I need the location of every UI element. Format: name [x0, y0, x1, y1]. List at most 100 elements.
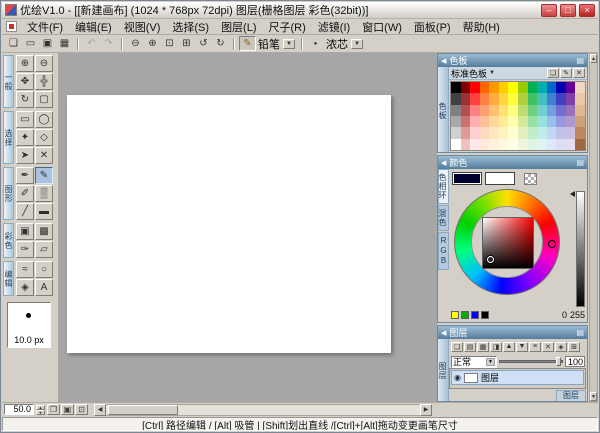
color-swatch[interactable]: [461, 116, 471, 127]
color-swatch[interactable]: [566, 105, 576, 116]
color-swatch[interactable]: [470, 93, 480, 104]
hscroll-track[interactable]: [106, 404, 420, 416]
color-swatch[interactable]: [489, 127, 499, 138]
layers-panel-header[interactable]: ◀ 图层 ▤: [438, 326, 587, 339]
hue-wheel[interactable]: [454, 189, 560, 295]
color-swatch[interactable]: [528, 82, 538, 93]
color-swatch[interactable]: [451, 82, 461, 93]
menu-item[interactable]: 窗口(W): [356, 18, 408, 36]
pen-tool[interactable]: ✒: [16, 167, 34, 184]
color-swatch[interactable]: [547, 116, 557, 127]
color-swatch[interactable]: [547, 105, 557, 116]
zoom-fit-button[interactable]: ⊡: [161, 36, 178, 51]
blur-tool[interactable]: ○: [35, 261, 53, 278]
zoom-level-field[interactable]: 50.0: [4, 404, 34, 415]
color-swatch[interactable]: [508, 127, 518, 138]
menu-item[interactable]: 帮助(H): [457, 18, 506, 36]
menu-item[interactable]: 面板(P): [408, 18, 457, 36]
color-swatch[interactable]: [518, 82, 528, 93]
color-swatch[interactable]: [537, 105, 547, 116]
collapse-icon[interactable]: ◀: [441, 57, 446, 65]
color-swatch[interactable]: [451, 116, 461, 127]
color-swatch[interactable]: [566, 93, 576, 104]
zoom-in-button[interactable]: ⊕: [144, 36, 161, 51]
rect-select-tool[interactable]: ▭: [16, 111, 34, 128]
menu-item[interactable]: 图层(L): [215, 18, 262, 36]
color-swatch[interactable]: [489, 116, 499, 127]
zoom-in-tool[interactable]: ⊕: [16, 55, 34, 72]
color-swatch[interactable]: [556, 127, 566, 138]
mini-swatch[interactable]: [451, 311, 459, 319]
dock-scrollbar[interactable]: ▲ ▼: [589, 53, 598, 402]
opacity-value[interactable]: 100: [565, 356, 585, 367]
color-swatch[interactable]: [508, 82, 518, 93]
tip-type-dropdown[interactable]: 浓芯 ▼: [324, 37, 365, 51]
canvas-viewport[interactable]: [59, 53, 437, 402]
hscroll-thumb[interactable]: [108, 405, 178, 415]
color-swatch[interactable]: [537, 139, 547, 150]
canvas[interactable]: [67, 95, 391, 353]
gradient-tool[interactable]: ▩: [35, 223, 53, 240]
mini-swatch[interactable]: [461, 311, 469, 319]
color-swatch[interactable]: [470, 116, 480, 127]
color-swatch[interactable]: [556, 93, 566, 104]
zoom-actual-button[interactable]: ⊞: [178, 36, 195, 51]
color-swatch[interactable]: [556, 139, 566, 150]
layers-bottom-tab[interactable]: 图层: [556, 390, 586, 401]
pencil-tool[interactable]: ✎: [35, 167, 53, 184]
layer-row[interactable]: ◉图层: [451, 370, 584, 385]
color-swatch[interactable]: [528, 116, 538, 127]
color-swatch[interactable]: [566, 116, 576, 127]
color-swatch[interactable]: [575, 82, 585, 93]
shape-tool[interactable]: ▬: [35, 203, 53, 220]
smudge-tool[interactable]: ≈: [16, 261, 34, 278]
color-swatch[interactable]: [556, 116, 566, 127]
scroll-down-button[interactable]: ▼: [590, 392, 597, 401]
color-swatch[interactable]: [575, 105, 585, 116]
collapse-icon[interactable]: ◀: [441, 329, 446, 337]
color-swatch[interactable]: [470, 82, 480, 93]
blend-mode-dropdown[interactable]: 正常 ▼: [451, 356, 497, 368]
color-mode-tab[interactable]: 色相环: [438, 169, 449, 204]
poly-select-tool[interactable]: ◇: [35, 129, 53, 146]
crop-tool[interactable]: ▢: [35, 91, 53, 108]
mini-swatch[interactable]: [481, 311, 489, 319]
duplicate-layer-button[interactable]: ▦: [477, 342, 489, 352]
save-as-button[interactable]: ▦: [56, 36, 73, 51]
color-swatch[interactable]: [461, 93, 471, 104]
color-swatch[interactable]: [537, 93, 547, 104]
opacity-thumb[interactable]: [556, 357, 561, 366]
color-swatch[interactable]: [470, 127, 480, 138]
move-layer-down-button[interactable]: ▼: [516, 342, 528, 352]
color-swatch[interactable]: [566, 82, 576, 93]
color-swatch[interactable]: [451, 127, 461, 138]
maximize-button[interactable]: □: [560, 4, 576, 17]
color-swatch[interactable]: [518, 105, 528, 116]
color-swatch[interactable]: [480, 116, 490, 127]
scroll-up-button[interactable]: ▲: [590, 54, 597, 63]
color-swatch[interactable]: [528, 105, 538, 116]
color-swatch[interactable]: [489, 105, 499, 116]
zoom-decrease-button[interactable]: ▼: [36, 410, 45, 415]
color-swatch[interactable]: [499, 139, 509, 150]
color-swatch[interactable]: [480, 93, 490, 104]
panel-menu-icon[interactable]: ▤: [576, 328, 584, 337]
color-swatch[interactable]: [470, 105, 480, 116]
brush-tool[interactable]: ✐: [16, 185, 34, 202]
magic-wand-tool[interactable]: ✦: [16, 129, 34, 146]
panel-menu-icon[interactable]: ▤: [576, 56, 584, 65]
color-swatch[interactable]: [480, 82, 490, 93]
color-swatch[interactable]: [451, 93, 461, 104]
minimize-button[interactable]: –: [541, 4, 557, 17]
menu-item[interactable]: 选择(S): [166, 18, 215, 36]
color-swatch[interactable]: [461, 127, 471, 138]
color-swatch[interactable]: [518, 127, 528, 138]
color-swatch[interactable]: [451, 139, 461, 150]
color-swatch[interactable]: [566, 139, 576, 150]
color-swatch[interactable]: [518, 93, 528, 104]
saturation-value-square[interactable]: [482, 217, 534, 269]
hue-marker[interactable]: [548, 240, 556, 248]
color-swatch[interactable]: [508, 93, 518, 104]
color-swatch[interactable]: [489, 139, 499, 150]
color-swatch[interactable]: [556, 82, 566, 93]
